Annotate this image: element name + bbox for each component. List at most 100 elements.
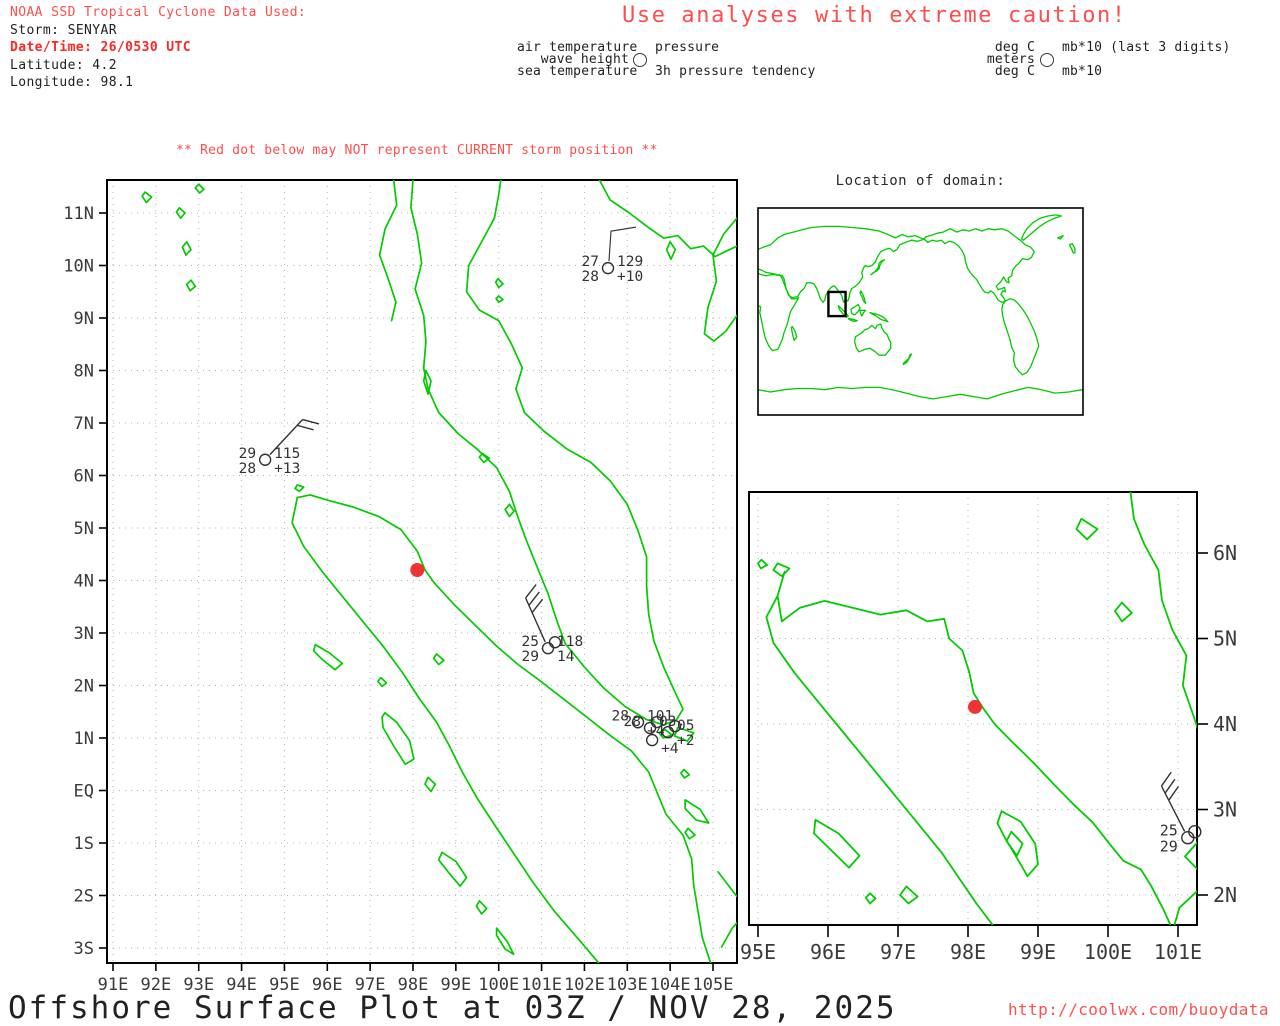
y-tick-label: 5N (74, 519, 94, 539)
y-tick-label: EQ (74, 782, 94, 802)
island (790, 325, 798, 341)
wind-barb-fleche (531, 598, 544, 614)
island (772, 562, 791, 577)
y-tick-label: 1N (74, 729, 94, 749)
station-pressure-tendency: +13 (274, 461, 300, 477)
y-tick-label: 11N (63, 204, 94, 224)
x-tick-label: 101E (1154, 940, 1202, 964)
storm-info-line-0: NOAA SSD Tropical Cyclone Data Used: (10, 5, 307, 20)
legend-pressure-label: pressure (655, 40, 720, 55)
island (312, 643, 344, 671)
station-air-temp: 28 (624, 714, 641, 730)
y-tick-label: 5N (1213, 627, 1237, 651)
y-tick-label: 7N (74, 414, 94, 434)
zoom-domain-map: 95E 96E 97E 98E 99E 100E 101E 6N 5N 4N 3N 2N 2529 (740, 491, 1237, 964)
station-plot-0: 2529 (1160, 771, 1202, 856)
station-pressure-tendency: 14 (557, 649, 575, 665)
island (850, 303, 861, 316)
island (847, 317, 858, 322)
y-tick-label: 2N (74, 677, 94, 697)
island (665, 241, 677, 261)
station-layer: 2728129+102928115+1325291181428 101+428 03… (239, 226, 694, 757)
island (495, 295, 504, 304)
station-sea-temp: 28 (582, 269, 599, 285)
station-circle-icon (541, 642, 555, 655)
island (902, 353, 913, 366)
station-pressure: 115 (274, 446, 300, 462)
coastline (703, 217, 737, 342)
coastline (776, 570, 1172, 925)
island (859, 290, 867, 305)
island (1005, 830, 1024, 857)
y-tick-label: 6N (74, 467, 94, 487)
coastline (1129, 492, 1197, 729)
station-plot-0: 2728 129+10 (582, 226, 643, 285)
coastline (1184, 841, 1197, 871)
legend-sea-temperature-label: sea temperature (517, 64, 638, 79)
station-pressure: 03 (659, 714, 676, 730)
island (996, 810, 1039, 878)
island (899, 885, 919, 905)
x-tick-label: 98E (950, 940, 986, 964)
coastline (923, 228, 1035, 303)
legend-unit-mb-top: mb*10 (last 3 digits) (1062, 40, 1231, 55)
island (1001, 298, 1040, 376)
legend-unit-mb-bottom: mb*10 (1062, 64, 1103, 79)
wind-barb-fleche (525, 584, 537, 599)
x-tick-label: 100E (1084, 940, 1132, 964)
station-plot-1: 2928 115+13 (239, 418, 320, 477)
island (377, 676, 388, 688)
wind-barb-fleche (1168, 785, 1180, 801)
station-pressure: 129 (617, 254, 643, 270)
y-tick-label: 1S (74, 834, 94, 854)
island (864, 892, 877, 905)
island (1020, 214, 1062, 241)
island (1114, 601, 1133, 623)
station-circle-icon (258, 453, 272, 466)
y-tick-label: 2S (74, 887, 94, 907)
legend-pressure-tendency-label: 3h pressure tendency (655, 64, 816, 79)
island (813, 818, 861, 869)
axis-layer: 91E 92E 93E 94E 95E 96E 97E 98E 99E 100E 101E 102E 1… (63, 204, 733, 995)
station-circle-icon (633, 53, 647, 67)
storm-info-line-2: Date/Time: 26/0530 UTC (10, 40, 191, 55)
world-inset-title: Location of domain: (835, 173, 1006, 189)
island (757, 558, 768, 570)
y-tick-label: 6N (1213, 541, 1237, 565)
island (680, 768, 691, 779)
world-locator-map (757, 207, 1084, 416)
island (504, 503, 515, 518)
y-tick-label: 3N (74, 624, 94, 644)
station-plot-2: 2529 11814 (522, 584, 583, 665)
station-air-temp: 25 (522, 634, 539, 650)
island (684, 827, 696, 840)
island (1068, 242, 1076, 254)
station-pressure-tendency: +4 (661, 741, 679, 757)
x-tick-label: 97E (880, 940, 916, 964)
station-pressure-tendency: +10 (617, 269, 643, 285)
island (870, 259, 886, 276)
island (1057, 234, 1064, 240)
caution-banner: Use analyses with extreme caution! (622, 3, 1127, 28)
island (185, 279, 197, 292)
island (853, 323, 892, 356)
station-sea-temp: 29 (1160, 838, 1178, 856)
coastline (378, 180, 398, 322)
storm-info-line-3: Latitude: 4.2 (10, 57, 117, 73)
island (294, 484, 305, 493)
station-pressure: 118 (557, 634, 583, 650)
station-layer: 2529 (1160, 771, 1202, 856)
station-sea-temp: 28 (239, 461, 256, 477)
storm-info-line-4: Longitude: 98.1 (10, 75, 134, 90)
island (475, 899, 488, 915)
island (478, 452, 491, 464)
coastline (758, 386, 1083, 400)
coastline (765, 594, 994, 925)
island (494, 277, 504, 289)
world-frame (757, 207, 1084, 416)
y-tick-label: 2N (1213, 883, 1237, 907)
buoy-plot-page: { "colors":{ "red":"#ff4d4d","red_bold":… (0, 0, 1280, 1026)
plot-title: Offshore Surface Plot at 03Z / NOV 28, 2… (8, 990, 897, 1026)
wind-barb-fleche (297, 424, 314, 431)
y-tick-label: 3N (1213, 798, 1237, 822)
